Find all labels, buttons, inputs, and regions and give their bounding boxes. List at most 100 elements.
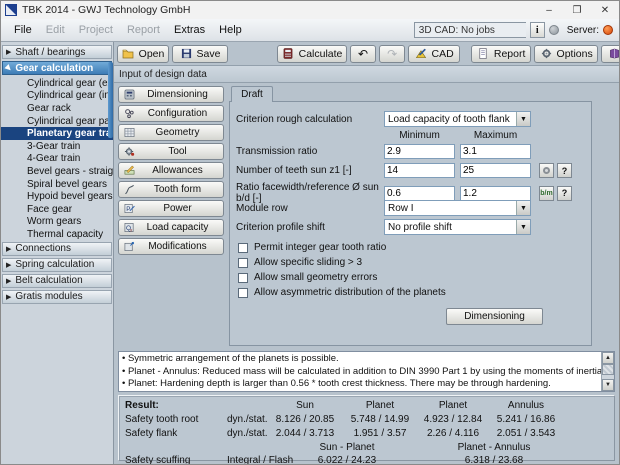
tab-draft[interactable]: Draft	[231, 86, 273, 102]
sidebar-section-spring-calculation[interactable]: ▶ Spring calculation	[2, 257, 112, 272]
permit-integer-ratio-label: Permit integer gear tooth ratio	[254, 242, 387, 253]
minimize-button[interactable]: –	[535, 1, 563, 19]
options-button[interactable]: Options	[534, 44, 599, 63]
result-value: 6.318 / 23.68	[464, 455, 524, 465]
sidebar-section-belt-calculation[interactable]: ▶ Belt calculation	[2, 273, 112, 288]
info-button[interactable]: i	[529, 22, 545, 38]
menu-file[interactable]: File	[7, 22, 39, 38]
allow-asymmetric-checkbox[interactable]	[238, 287, 248, 298]
maximize-button[interactable]: ❐	[563, 1, 591, 19]
sidebar-section-shaft-bearings[interactable]: ▶ Shaft / bearings	[2, 45, 112, 59]
facewidth-ratio-max-input[interactable]	[460, 185, 531, 201]
section-button-column: Dimensioning Configuration Geometry Tool…	[118, 86, 224, 348]
report-button[interactable]: Report	[471, 44, 532, 63]
modifications-section-button[interactable]: Modifications	[118, 238, 224, 255]
menu-extras[interactable]: Extras	[167, 22, 212, 38]
undo-button[interactable]: ↶	[350, 44, 377, 63]
sidebar-item-cylindrical-gear-external[interactable]: Cylindrical gear (external)	[1, 77, 113, 90]
transmission-ratio-max-input[interactable]	[460, 144, 531, 159]
save-disk-icon	[180, 48, 193, 60]
sidebar-item-cylindrical-gear-pair[interactable]: Cylindrical gear pair	[1, 115, 113, 128]
menu-help[interactable]: Help	[212, 22, 249, 38]
sidebar-item-4-gear-train[interactable]: 4-Gear train	[1, 153, 113, 166]
teeth-sun-min-input[interactable]	[384, 163, 455, 178]
calculate-button[interactable]: Calculate	[277, 44, 347, 63]
open-button[interactable]: Open	[117, 44, 169, 63]
teeth-help-button[interactable]: ?	[557, 163, 572, 178]
dimensioning-button[interactable]: Dimensioning	[446, 308, 543, 325]
teeth-sun-max-input[interactable]	[460, 163, 531, 178]
facewidth-ratio-min-input[interactable]	[384, 185, 455, 201]
criterion-rough-select[interactable]: Load capacity of tooth flank ▼	[384, 111, 531, 127]
pair-header-sun-planet: Sun - Planet	[319, 442, 375, 453]
chevron-down-icon[interactable]: ▼	[516, 220, 530, 234]
open-folder-icon	[122, 48, 135, 60]
sidebar-item-worm-gears[interactable]: Worm gears	[1, 216, 113, 229]
sidebar-item-hypoid-bevel-gears[interactable]: Hypoid bevel gears	[1, 190, 113, 203]
cad-drawing-icon	[415, 48, 428, 60]
dimensioning-icon	[123, 88, 136, 100]
message-scrollbar[interactable]: ▲ ▼	[601, 352, 614, 391]
teeth-suggestion-button[interactable]	[539, 163, 554, 178]
sidebar-item-3-gear-train[interactable]: 3-Gear train	[1, 140, 113, 153]
sidebar-scrollbar[interactable]	[108, 62, 113, 460]
geometry-section-button[interactable]: Geometry	[118, 124, 224, 141]
sidebar-item-gear-rack[interactable]: Gear rack	[1, 102, 113, 115]
dimensioning-section-button[interactable]: Dimensioning	[118, 86, 224, 103]
tooth-form-icon	[123, 183, 136, 195]
module-row-select[interactable]: Row I ▼	[384, 200, 531, 216]
options-tools-icon	[540, 48, 553, 60]
redo-button: ↷	[379, 44, 406, 63]
scrollbar-thumb[interactable]	[108, 62, 113, 138]
message-line: • Symmetric arrangement of the planets i…	[122, 353, 339, 364]
chevron-down-icon[interactable]: ▼	[516, 112, 530, 126]
allow-specific-sliding-checkbox[interactable]	[238, 257, 248, 268]
message-box: • Symmetric arrangement of the planets i…	[118, 351, 615, 392]
sidebar-item-thermal-capacity[interactable]: Thermal capacity	[1, 228, 113, 241]
window-title: TBK 2014 - GWJ Technology GmbH	[22, 4, 191, 16]
safety-tooth-root-label: Safety tooth root	[125, 414, 199, 425]
geometry-icon	[123, 126, 136, 138]
result-col-annulus: Annulus	[507, 400, 545, 411]
maximum-column-header: Maximum	[473, 130, 518, 141]
allowances-section-button[interactable]: Allowances	[118, 162, 224, 179]
configuration-icon	[123, 107, 136, 119]
sidebar-item-face-gear[interactable]: Face gear	[1, 203, 113, 216]
sidebar-section-gratis-modules[interactable]: ▶ Gratis modules	[2, 289, 112, 304]
help-button[interactable]: Help	[601, 44, 619, 63]
module-row-label: Module row	[236, 202, 288, 214]
facewidth-module-button[interactable]: b/m	[539, 185, 554, 201]
teeth-sun-label: Number of teeth sun z1 [-]	[236, 165, 352, 176]
close-button[interactable]: ✕	[591, 1, 619, 19]
redo-icon: ↷	[387, 46, 398, 61]
tooth-form-section-button[interactable]: Tooth form	[118, 181, 224, 198]
scrollbar-thumb[interactable]	[602, 364, 614, 375]
allow-geometry-errors-checkbox[interactable]	[238, 272, 248, 283]
server-status-led	[603, 25, 613, 35]
criterion-profile-select[interactable]: No profile shift ▼	[384, 219, 531, 235]
tool-gear-icon	[123, 145, 136, 157]
sidebar-section-gear-calculation[interactable]: ▶ Gear calculation	[2, 61, 112, 75]
tool-section-button[interactable]: Tool	[118, 143, 224, 160]
chevron-right-icon: ▶	[6, 245, 12, 253]
cad-button[interactable]: CAD	[408, 44, 461, 63]
sidebar-section-connections[interactable]: ▶ Connections	[2, 241, 112, 256]
sidebar-item-planetary-gear-train[interactable]: Planetary gear train	[1, 127, 113, 140]
question-icon: ?	[561, 188, 568, 198]
page-title: Input of design data	[114, 66, 619, 83]
scroll-down-icon[interactable]: ▼	[602, 379, 614, 391]
facewidth-help-button[interactable]: ?	[557, 185, 572, 201]
sidebar-item-bevel-gears[interactable]: Bevel gears - straight/helical	[1, 165, 113, 178]
power-section-button[interactable]: P Power	[118, 200, 224, 217]
transmission-ratio-min-input[interactable]	[384, 144, 455, 159]
chevron-down-icon[interactable]: ▼	[516, 201, 530, 215]
load-capacity-section-button[interactable]: Qx Load capacity	[118, 219, 224, 236]
design-data-form: Draft Criterion rough calculation Load c…	[229, 86, 615, 348]
svg-text:P: P	[126, 206, 130, 213]
scroll-up-icon[interactable]: ▲	[602, 352, 614, 364]
sidebar-item-cylindrical-gear-internal[interactable]: Cylindrical gear (internal)	[1, 90, 113, 103]
save-button[interactable]: Save	[172, 44, 228, 63]
permit-integer-ratio-checkbox[interactable]	[238, 242, 248, 253]
sidebar-item-spiral-bevel-gears[interactable]: Spiral bevel gears	[1, 178, 113, 191]
configuration-section-button[interactable]: Configuration	[118, 105, 224, 122]
